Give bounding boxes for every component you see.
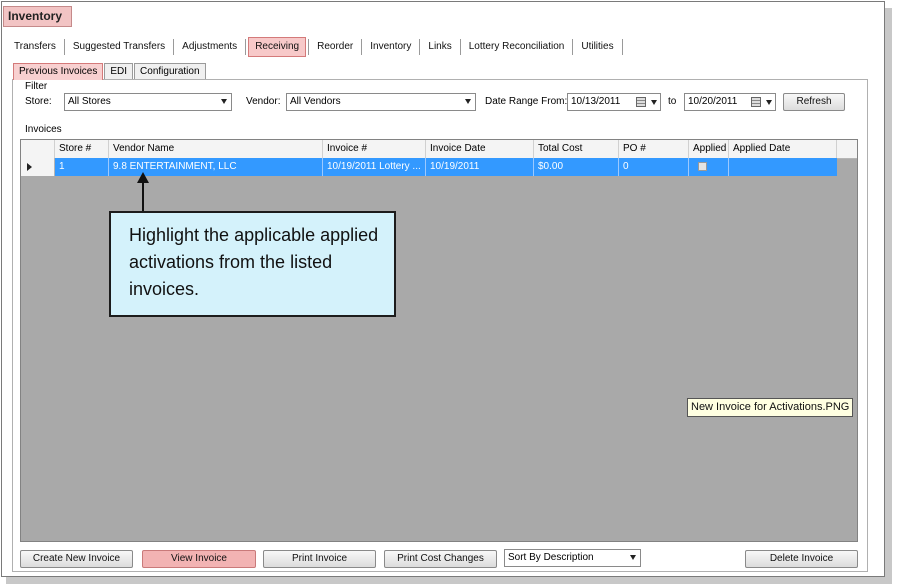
sort-select-value: Sort By Description (508, 552, 594, 563)
column-header-store[interactable]: Store # (55, 140, 109, 158)
tab-inventory[interactable]: Inventory (364, 37, 417, 57)
tab-transfers[interactable]: Transfers (8, 37, 62, 57)
column-header-vendor[interactable]: Vendor Name (109, 140, 323, 158)
grid-corner (21, 140, 55, 158)
filename-tooltip: New Invoice for Activations.PNG (687, 398, 854, 417)
tab-separator (173, 39, 175, 55)
store-label: Store: (25, 96, 52, 107)
view-invoice-button[interactable]: View Invoice (142, 550, 256, 568)
sub-tabs: Previous Invoices EDI Configuration (13, 63, 207, 80)
instruction-callout: Highlight the applicable applied activat… (109, 211, 396, 317)
cell-invoice-date: 10/19/2011 (426, 158, 534, 176)
to-label: to (668, 96, 677, 107)
print-invoice-button[interactable]: Print Invoice (263, 550, 376, 568)
chevron-down-icon (465, 99, 471, 104)
vendor-label: Vendor: (246, 96, 281, 107)
calendar-icon (636, 97, 646, 107)
chevron-down-icon (221, 99, 227, 104)
applied-checkbox[interactable] (698, 162, 707, 171)
subtab-configuration[interactable]: Configuration (134, 63, 206, 79)
date-to-picker[interactable]: 10/20/2011 (684, 93, 776, 111)
top-nav: Transfers Suggested Transfers Adjustment… (8, 37, 625, 57)
calendar-icon (751, 97, 761, 107)
tab-receiving[interactable]: Receiving (248, 37, 307, 57)
sort-select[interactable]: Sort By Description (504, 549, 641, 567)
grid-header: Store # Vendor Name Invoice # Invoice Da… (21, 140, 857, 159)
callout-pointer (142, 182, 144, 211)
date-from-value: 10/13/2011 (571, 96, 621, 107)
cell-total-cost: $0.00 (534, 158, 619, 176)
tab-separator (621, 39, 623, 55)
tab-reorder[interactable]: Reorder (311, 37, 359, 57)
date-to-value: 10/20/2011 (688, 96, 738, 107)
chevron-down-icon (630, 555, 636, 560)
create-new-invoice-button[interactable]: Create New Invoice (20, 550, 133, 568)
column-header-total-cost[interactable]: Total Cost (534, 140, 619, 158)
refresh-button[interactable]: Refresh (783, 93, 845, 111)
subtab-edi[interactable]: EDI (104, 63, 134, 79)
delete-invoice-button[interactable]: Delete Invoice (745, 550, 858, 568)
filter-group-label: Filter (25, 81, 48, 92)
column-header-applied[interactable]: Applied (689, 140, 729, 158)
invoices-grid[interactable]: Store # Vendor Name Invoice # Invoice Da… (20, 139, 858, 542)
date-from-picker[interactable]: 10/13/2011 (567, 93, 661, 111)
vendor-select-value: All Vendors (290, 96, 341, 107)
store-select[interactable]: All Stores (64, 93, 232, 111)
chevron-down-icon (651, 100, 657, 105)
cell-applied (689, 158, 729, 176)
tab-links[interactable]: Links (422, 37, 457, 57)
tab-separator (459, 39, 461, 55)
app-title: Inventory (3, 6, 72, 27)
tab-utilities[interactable]: Utilities (575, 37, 619, 57)
invoices-group-label: Invoices (25, 124, 62, 135)
date-range-label: Date Range From: (485, 96, 568, 107)
cell-store: 1 (55, 158, 109, 176)
store-select-value: All Stores (68, 96, 111, 107)
tab-suggested-transfers[interactable]: Suggested Transfers (67, 37, 171, 57)
cell-applied-date (729, 158, 837, 176)
tab-separator (308, 39, 310, 55)
tab-separator (63, 39, 65, 55)
column-header-po[interactable]: PO # (619, 140, 689, 158)
row-header[interactable] (21, 158, 55, 176)
tab-separator (572, 39, 574, 55)
cell-invoice: 10/19/2011 Lottery ... (323, 158, 426, 176)
cell-po: 0 (619, 158, 689, 176)
current-row-icon (27, 163, 32, 171)
table-row[interactable]: 1 9.8 ENTERTAINMENT, LLC 10/19/2011 Lott… (55, 158, 837, 176)
subtab-previous-invoices[interactable]: Previous Invoices (13, 63, 104, 80)
tab-separator (419, 39, 421, 55)
chevron-down-icon (766, 100, 772, 105)
vendor-select[interactable]: All Vendors (286, 93, 476, 111)
column-header-applied-date[interactable]: Applied Date (729, 140, 837, 158)
tab-separator (245, 39, 247, 55)
tab-separator (361, 39, 363, 55)
tab-lottery-reconciliation[interactable]: Lottery Reconciliation (463, 37, 571, 57)
column-header-invoice[interactable]: Invoice # (323, 140, 426, 158)
tab-adjustments[interactable]: Adjustments (176, 37, 243, 57)
column-header-invoice-date[interactable]: Invoice Date (426, 140, 534, 158)
print-cost-changes-button[interactable]: Print Cost Changes (384, 550, 497, 568)
